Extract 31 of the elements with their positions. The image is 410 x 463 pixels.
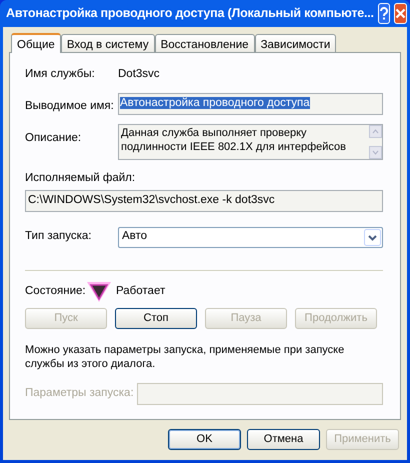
window-title: Автонастройка проводного доступа (Локальный компьюте... xyxy=(6,5,374,22)
hint-text: Можно указать параметры запуска, применяемые при запуске службы из этого диалога. xyxy=(25,342,346,370)
tab[interactable]: Зависимости xyxy=(254,34,336,52)
ok-button[interactable]: OK xyxy=(168,429,241,450)
scrollbar[interactable] xyxy=(369,125,382,160)
description-field[interactable]: Данная служба выполняет проверку подлинности IEEE 802.1X для интерфейсов xyxy=(118,124,383,160)
triangle-pointer-icon xyxy=(85,280,113,304)
service-name-value: Dot3svc xyxy=(118,67,160,82)
startup-type-dropdown[interactable]: Авто xyxy=(118,226,383,248)
scroll-down-icon xyxy=(369,146,382,160)
field-label: Исполняемый файл: xyxy=(25,171,136,186)
tab[interactable]: Общие xyxy=(11,33,61,53)
field-label: Тип запуска: xyxy=(25,229,93,244)
field-label: Описание: xyxy=(25,131,82,146)
field-label: Имя службы: xyxy=(25,67,96,82)
close-button[interactable] xyxy=(394,3,407,24)
dialog-button[interactable]: Отмена xyxy=(247,429,320,450)
field-label: Параметры запуска: xyxy=(25,386,135,401)
dialog-button[interactable]: Стоп xyxy=(115,308,197,328)
field-label: Состояние: xyxy=(25,284,85,299)
question-mark-icon xyxy=(378,7,389,20)
display-name-field[interactable]: Автонастройка проводного доступа xyxy=(118,93,383,115)
tab[interactable]: Восстановление xyxy=(154,34,255,52)
close-icon xyxy=(394,8,406,19)
field-label: Выводимое имя: xyxy=(25,99,115,114)
status-value: Работает xyxy=(116,284,166,299)
start-parameters-field[interactable] xyxy=(137,382,383,404)
tab[interactable]: Вход в систему xyxy=(60,34,155,52)
executable-path-field: C:\WINDOWS\System32\svchost.exe -k dot3svc xyxy=(25,190,383,212)
help-button[interactable] xyxy=(378,3,390,24)
scroll-up-icon xyxy=(369,125,382,138)
